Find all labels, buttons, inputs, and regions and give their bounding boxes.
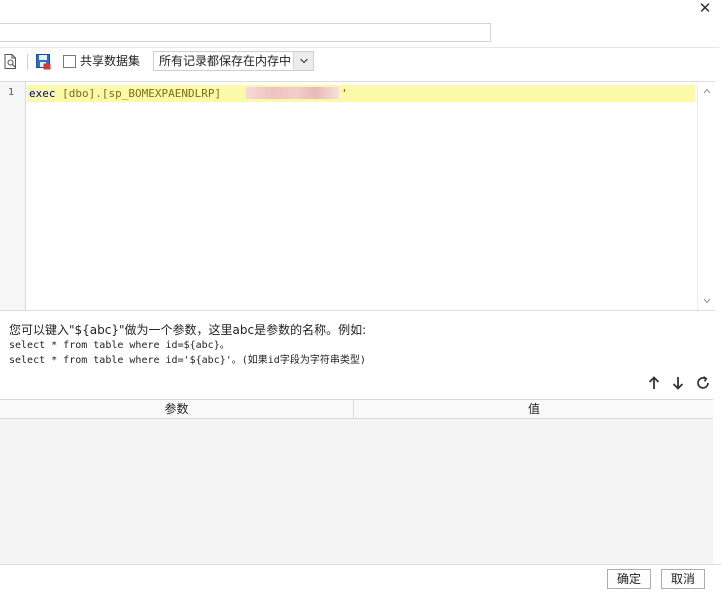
code-procedure: [dbo].[sp_BOMEXPAENDLRP] [55, 87, 222, 100]
code-keyword: exec [29, 87, 56, 100]
hint-line-1: 您可以键入"${abc}"做为一个参数，这里abc是参数的名称。例如: [9, 323, 367, 337]
line-number-gutter: 1 [0, 82, 26, 310]
footer-divider [0, 564, 721, 565]
share-dataset-checkbox[interactable] [63, 55, 76, 68]
parameter-hint: 您可以键入"${abc}"做为一个参数，这里abc是参数的名称。例如: sele… [9, 322, 709, 368]
cancel-button[interactable]: 取消 [661, 569, 705, 589]
code-text: exec [dbo].[sp_BOMEXPAENDLRP] [29, 86, 221, 101]
editor-scrollbar[interactable] [697, 82, 715, 310]
code-line[interactable]: exec [dbo].[sp_BOMEXPAENDLRP] ' [27, 85, 695, 102]
code-end-quote: ' [341, 87, 348, 100]
scroll-down-icon[interactable] [703, 298, 711, 304]
param-table-body[interactable] [0, 419, 713, 564]
share-dataset-label: 共享数据集 [80, 54, 141, 68]
scroll-up-icon[interactable] [703, 88, 711, 94]
hint-line-3: select * from table where id='${abc}'。(如… [9, 355, 366, 366]
dataset-name-input[interactable] [0, 23, 491, 42]
ok-button[interactable]: 确定 [607, 569, 651, 589]
toolbar: 共享数据集 所有记录都保存在内存中 [0, 48, 719, 78]
record-mode-select[interactable]: 所有记录都保存在内存中 [153, 51, 314, 71]
redacted-argument [246, 87, 339, 99]
toolbar-separator [27, 54, 28, 70]
arrow-down-icon[interactable] [670, 375, 686, 391]
close-button[interactable]: ✕ [694, 0, 716, 18]
refresh-icon[interactable] [695, 375, 711, 391]
save-icon[interactable] [35, 53, 52, 70]
record-mode-dropdown-button[interactable] [293, 52, 313, 70]
preview-icon[interactable] [2, 53, 19, 70]
column-header-value[interactable]: 值 [355, 400, 713, 418]
arrow-up-icon[interactable] [646, 375, 662, 391]
sql-editor[interactable]: 1 exec [dbo].[sp_BOMEXPAENDLRP] ' [0, 81, 715, 311]
line-number: 1 [7, 87, 14, 98]
record-mode-value: 所有记录都保存在内存中 [159, 54, 292, 68]
column-header-param[interactable]: 参数 [0, 400, 354, 418]
hint-line-2: select * from table where id=${abc}。 [9, 340, 230, 351]
chevron-down-icon [300, 58, 308, 64]
param-table-header: 参数 值 [0, 399, 713, 419]
